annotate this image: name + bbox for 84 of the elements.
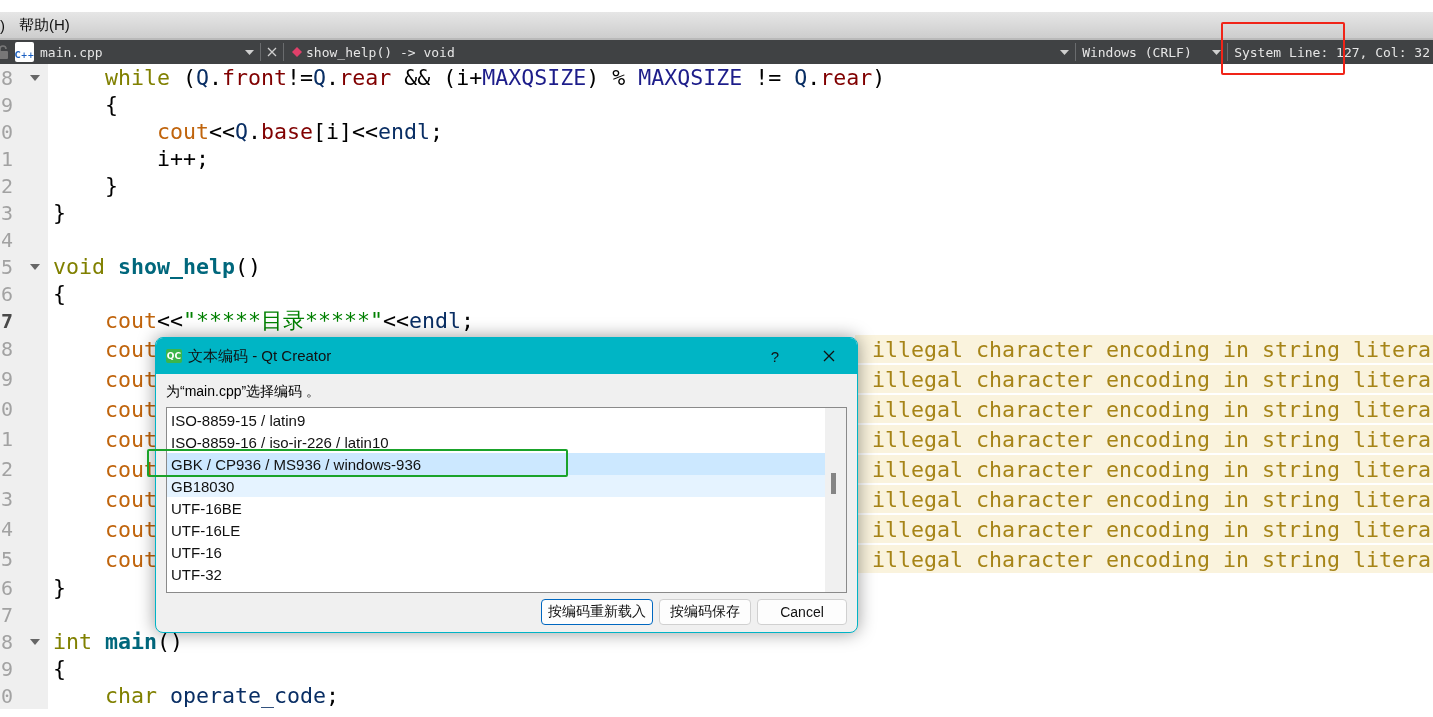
code-line: int main(): [52, 629, 184, 654]
encoding-item[interactable]: ISO-8859-16 / iso-ir-226 / latin10: [167, 431, 825, 453]
encoding-item[interactable]: GBK / CP936 / MS936 / windows-936: [167, 453, 825, 475]
warning-annotation: illegal character encoding in string litera: [855, 455, 1433, 483]
close-icon[interactable]: [823, 350, 835, 362]
line-number: 7: [1, 308, 14, 333]
dialog-title: 文本编码 - Qt Creator: [188, 346, 332, 366]
line-number: 6: [1, 575, 14, 600]
menu-item[interactable]: 帮助(H): [19, 15, 70, 35]
code-line: }: [104, 173, 118, 198]
cpp-file-icon: C++: [15, 42, 34, 62]
code-line: {: [104, 92, 118, 117]
code-line: cout: [104, 516, 157, 542]
dialog-button[interactable]: Cancel: [757, 599, 847, 625]
code-line: while (Q.front!=Q.rear && (i+MAXQSIZE) % MAXQSIZE != Q.rear): [104, 65, 886, 90]
encoding-item[interactable]: UTF-16: [167, 541, 825, 563]
encoding-item[interactable]: UTF-32: [167, 563, 825, 585]
diamond-icon: [292, 47, 302, 57]
warning-annotation: illegal character encoding in string litera: [855, 515, 1433, 543]
code-line: cout<<"*****目录*****"<<endl;: [104, 307, 475, 335]
line-number: 5: [1, 254, 14, 279]
line-number: 3: [1, 200, 14, 225]
code-line: {: [52, 281, 66, 306]
line-number: 4: [1, 517, 14, 541]
encoding-item[interactable]: GB18030: [167, 475, 825, 497]
line-number: 9: [1, 656, 14, 681]
code-line: cout: [104, 396, 157, 422]
line-number: 6: [1, 281, 14, 306]
line-number: 9: [1, 92, 14, 117]
symbol-selector[interactable]: show_help() -> void: [306, 40, 455, 64]
code-line: cout: [104, 336, 157, 362]
warning-annotation: illegal character encoding in string litera: [855, 545, 1433, 573]
line-number: 1: [1, 427, 14, 451]
line-number: 1: [1, 146, 14, 171]
line-number: 0: [1, 683, 14, 708]
line-number: 3: [1, 487, 14, 511]
fold-arrow-icon[interactable]: [30, 263, 40, 270]
encoding-item[interactable]: UTF-16LE: [167, 519, 825, 541]
scrollbar[interactable]: [825, 408, 846, 592]
code-line: cout: [104, 426, 157, 452]
app-icon: QC: [166, 349, 182, 363]
code-line: {: [52, 656, 66, 681]
line-endings-selector[interactable]: Windows (CRLF): [1082, 40, 1213, 64]
line-number: 7: [1, 602, 14, 627]
caret-icon[interactable]: [1060, 49, 1070, 55]
line-number: 2: [1, 173, 14, 198]
code-line: }: [52, 575, 66, 600]
prompt-text: 为“main.cpp”选择编码 。: [166, 382, 322, 401]
code-line: void show_help(): [52, 254, 262, 279]
line-number: 9: [1, 367, 14, 391]
encoding-item[interactable]: UTF-16BE: [167, 497, 825, 519]
file-selector[interactable]: main.cpp: [40, 40, 245, 64]
line-number: 8: [1, 629, 14, 654]
line-number: 8: [1, 337, 14, 361]
help-button[interactable]: ?: [765, 347, 785, 365]
code-line: cout<<Q.base[i]<<endl;: [156, 119, 444, 144]
fold-arrow-icon[interactable]: [30, 638, 40, 645]
dialog-button[interactable]: 按编码重新载入: [541, 599, 653, 625]
encoding-button[interactable]: System: [1234, 40, 1282, 64]
encoding-item[interactable]: ISO-8859-15 / latin9: [167, 409, 825, 431]
menu-item[interactable]: ): [0, 16, 5, 34]
warning-annotation: illegal character encoding in string litera: [855, 335, 1433, 363]
lock-icon: [0, 45, 9, 59]
fold-arrow-icon[interactable]: [30, 74, 40, 81]
caret-icon[interactable]: [1212, 49, 1222, 55]
line-number: 0: [1, 119, 14, 144]
code-line: }: [52, 200, 66, 225]
warning-annotation: illegal character encoding in string litera: [855, 365, 1433, 393]
dialog-button[interactable]: 按编码保存: [659, 599, 751, 625]
warning-annotation: illegal character encoding in string litera: [855, 485, 1433, 513]
code-line: cout: [104, 486, 157, 512]
line-number: 8: [1, 65, 14, 90]
code-line: cout: [104, 546, 157, 572]
line-number: 4: [1, 227, 14, 252]
line-number: 5: [1, 547, 14, 571]
code-line: cout: [104, 366, 157, 392]
caret-icon[interactable]: [245, 49, 254, 55]
warning-annotation: illegal character encoding in string litera: [855, 425, 1433, 453]
line-number: 2: [1, 457, 14, 481]
scrollbar-thumb[interactable]: [831, 473, 836, 494]
code-line: char operate_code;: [104, 683, 340, 708]
warning-annotation: illegal character encoding in string litera: [855, 395, 1433, 423]
line-number: 0: [1, 397, 14, 421]
code-line: i++;: [156, 146, 209, 171]
